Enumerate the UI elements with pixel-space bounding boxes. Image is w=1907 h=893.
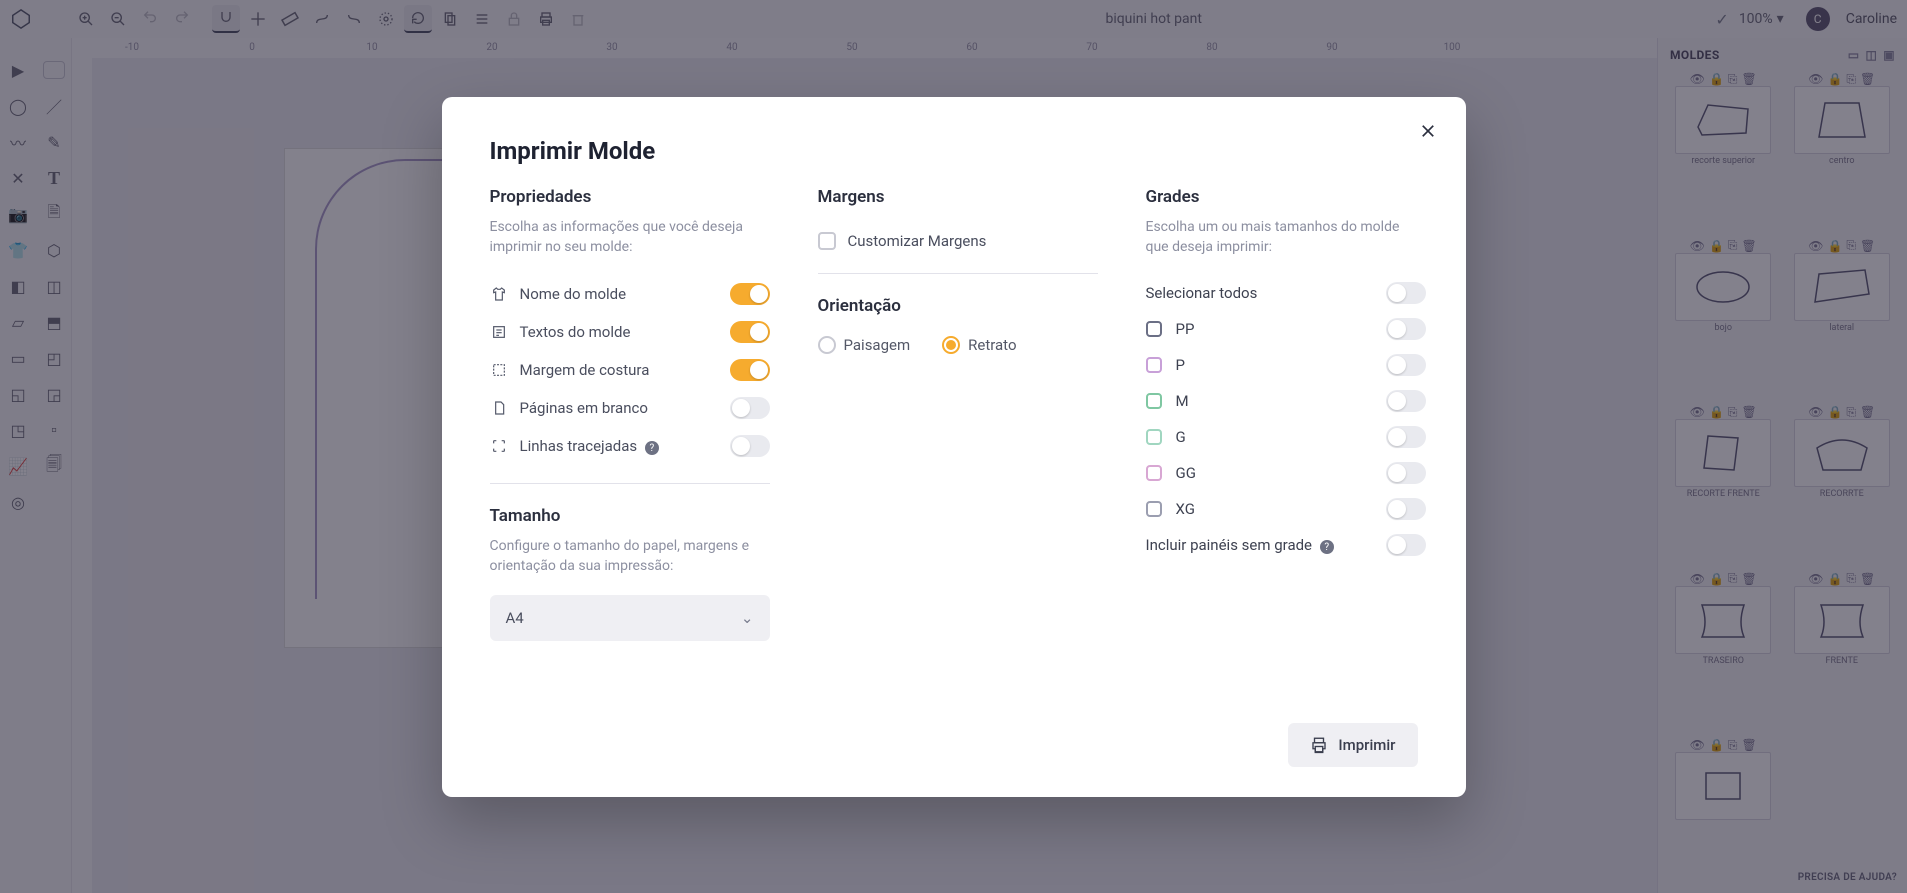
grade-label: GG — [1176, 464, 1372, 482]
chevron-down-icon: ⌄ — [741, 609, 754, 627]
radio-icon — [818, 336, 836, 354]
section-size-subtitle: Configure o tamanho do papel, margens e … — [490, 536, 770, 577]
section-grades-title: Grades — [1146, 187, 1426, 207]
property-label: Linhas tracejadas ? — [520, 437, 718, 456]
radio-label: Retrato — [968, 336, 1016, 354]
grade-row: G — [1146, 419, 1426, 455]
property-label: Textos do molde — [520, 323, 718, 341]
section-orientation-title: Orientação — [818, 296, 1098, 316]
property-row: Textos do molde — [490, 313, 770, 351]
property-toggle[interactable] — [730, 397, 770, 419]
grade-toggle[interactable] — [1386, 426, 1426, 448]
grade-label: G — [1176, 428, 1372, 446]
property-row: Linhas tracejadas ? — [490, 427, 770, 465]
radio-icon — [942, 336, 960, 354]
grade-swatch — [1146, 465, 1162, 481]
grade-label: PP — [1176, 320, 1372, 338]
grade-swatch — [1146, 393, 1162, 409]
property-toggle[interactable] — [730, 321, 770, 343]
property-toggle[interactable] — [730, 283, 770, 305]
printer-icon — [1310, 736, 1328, 754]
help-icon[interactable]: ? — [1320, 540, 1334, 554]
grade-row: XG — [1146, 491, 1426, 527]
section-properties-subtitle: Escolha as informações que você deseja i… — [490, 217, 770, 258]
close-button[interactable] — [1414, 117, 1442, 145]
grade-swatch — [1146, 321, 1162, 337]
property-row: Páginas em branco — [490, 389, 770, 427]
property-toggle[interactable] — [730, 359, 770, 381]
grade-swatch — [1146, 429, 1162, 445]
grade-toggle[interactable] — [1386, 462, 1426, 484]
page-icon — [490, 399, 508, 417]
grade-row: M — [1146, 383, 1426, 419]
section-grades-subtitle: Escolha um ou mais tamanhos do molde que… — [1146, 217, 1426, 258]
grade-label: M — [1176, 392, 1372, 410]
grade-label: XG — [1176, 500, 1372, 518]
orientation-radio[interactable]: Paisagem — [818, 336, 911, 354]
grade-toggle[interactable] — [1386, 498, 1426, 520]
property-label: Margem de costura — [520, 361, 718, 379]
grade-row: PP — [1146, 311, 1426, 347]
grade-swatch — [1146, 357, 1162, 373]
grade-row: GG — [1146, 455, 1426, 491]
orientation-radio[interactable]: Retrato — [942, 336, 1016, 354]
grade-label: P — [1176, 356, 1372, 374]
section-size-title: Tamanho — [490, 506, 770, 526]
section-properties-title: Propriedades — [490, 187, 770, 207]
include-no-grade-row[interactable]: Incluir painéis sem grade ? — [1146, 527, 1426, 563]
section-margins-title: Margens — [818, 187, 1098, 207]
seam-icon — [490, 361, 508, 379]
print-button[interactable]: Imprimir — [1288, 723, 1417, 767]
dash-icon — [490, 437, 508, 455]
include-no-grade-toggle[interactable] — [1386, 534, 1426, 556]
text-icon — [490, 323, 508, 341]
select-all-row[interactable]: Selecionar todos — [1146, 275, 1426, 311]
property-label: Páginas em branco — [520, 399, 718, 417]
grade-toggle[interactable] — [1386, 354, 1426, 376]
shirt-icon — [490, 285, 508, 303]
grade-toggle[interactable] — [1386, 318, 1426, 340]
help-icon[interactable]: ? — [645, 441, 659, 455]
paper-size-select[interactable]: A4 ⌄ — [490, 595, 770, 641]
grade-row: P — [1146, 347, 1426, 383]
checkbox-icon — [818, 232, 836, 250]
customize-margins-checkbox[interactable]: Customizar Margens — [818, 227, 1098, 255]
property-label: Nome do molde — [520, 285, 718, 303]
select-all-toggle[interactable] — [1386, 282, 1426, 304]
print-modal: Imprimir Molde Propriedades Escolha as i… — [442, 97, 1466, 797]
grade-toggle[interactable] — [1386, 390, 1426, 412]
grade-swatch — [1146, 501, 1162, 517]
property-toggle[interactable] — [730, 435, 770, 457]
radio-label: Paisagem — [844, 336, 911, 354]
modal-title: Imprimir Molde — [490, 137, 1418, 165]
property-row: Margem de costura — [490, 351, 770, 389]
property-row: Nome do molde — [490, 275, 770, 313]
